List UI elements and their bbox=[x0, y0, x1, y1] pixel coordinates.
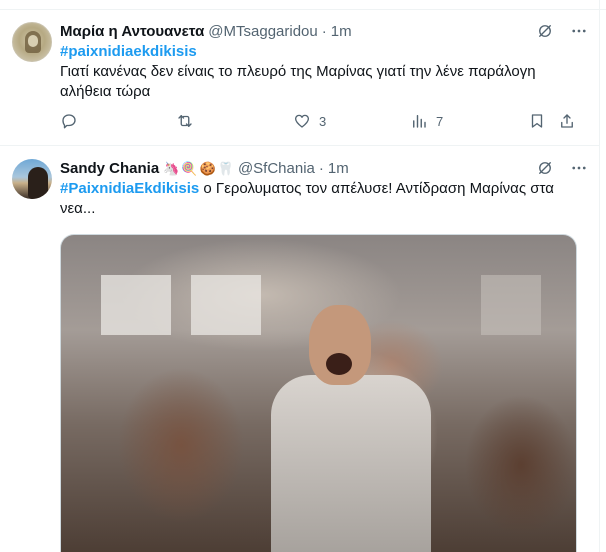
like-icon bbox=[294, 114, 310, 128]
tweet-header-icons bbox=[536, 22, 588, 40]
tweet-hashtag-line: #paixnidiaekdikisis bbox=[60, 42, 588, 62]
tooth-emoji: 🦷 bbox=[217, 161, 234, 176]
media-background-window bbox=[191, 275, 261, 335]
tweet-content: Sandy Chania 🦄 🍭 🍪 🦷 @SfChania · 1m #Pai… bbox=[60, 159, 588, 219]
more-icon[interactable] bbox=[570, 22, 588, 40]
tweet-content: Μαρία η Αντουανετα @MTsaggaridou · 1m #p… bbox=[60, 22, 588, 102]
separator-dot: · bbox=[318, 160, 324, 177]
more-icon[interactable] bbox=[570, 159, 588, 177]
cookie-emoji: 🍪 bbox=[199, 161, 216, 176]
media-background-window bbox=[101, 275, 171, 335]
avatar[interactable] bbox=[12, 22, 52, 62]
bookmark-button[interactable] bbox=[528, 112, 546, 130]
share-button[interactable] bbox=[558, 112, 576, 130]
avatar-figure bbox=[28, 167, 48, 199]
reply-button[interactable] bbox=[60, 112, 78, 130]
media-background-window bbox=[481, 275, 541, 335]
lollipop-emoji: 🍭 bbox=[181, 161, 198, 176]
grok-icon[interactable] bbox=[536, 22, 554, 40]
tweet-media-gif[interactable] bbox=[60, 234, 577, 552]
share-icon bbox=[561, 114, 573, 128]
tweet-header: Μαρία η Αντουανετα @MTsaggaridou · 1m bbox=[60, 22, 588, 42]
separator-dot: · bbox=[321, 23, 327, 40]
views-count: 7 bbox=[436, 113, 444, 129]
media-person-shirt bbox=[271, 375, 431, 552]
tweet-text: #PaixnidiaEkdikisis ο Γερολυματος τον απ… bbox=[60, 179, 580, 219]
timeline-top-divider bbox=[0, 0, 606, 10]
avatar-emblem-inner bbox=[28, 35, 38, 47]
bookmark-icon bbox=[531, 114, 543, 128]
tweet-1[interactable]: Μαρία η Αντουανετα @MTsaggaridou · 1m #p… bbox=[0, 10, 600, 146]
name-emojis: 🦄 🍭 🍪 🦷 bbox=[163, 159, 234, 179]
tweet-2[interactable]: Sandy Chania 🦄 🍭 🍪 🦷 @SfChania · 1m #Pai… bbox=[0, 147, 600, 552]
like-count: 3 bbox=[319, 113, 327, 129]
grok-icon[interactable] bbox=[536, 159, 554, 177]
author-handle[interactable]: @SfChania bbox=[238, 159, 315, 179]
hashtag-link[interactable]: #PaixnidiaEkdikisis bbox=[60, 180, 199, 197]
avatar[interactable] bbox=[12, 159, 52, 199]
retweet-button[interactable] bbox=[176, 112, 194, 130]
views-button[interactable]: 7 bbox=[410, 112, 443, 130]
views-icon bbox=[413, 115, 426, 128]
hashtag-link[interactable]: #paixnidiaekdikisis bbox=[60, 43, 197, 60]
timestamp[interactable]: 1m bbox=[331, 22, 352, 42]
author-handle[interactable]: @MTsaggaridou bbox=[208, 22, 317, 42]
retweet-icon bbox=[178, 115, 192, 127]
tweet-header-icons bbox=[536, 159, 588, 177]
tweet-header: Sandy Chania 🦄 🍭 🍪 🦷 @SfChania · 1m bbox=[60, 159, 588, 179]
author-name[interactable]: Μαρία η Αντουανετα bbox=[60, 22, 204, 42]
timestamp[interactable]: 1m bbox=[328, 159, 349, 179]
author-name[interactable]: Sandy Chania bbox=[60, 159, 159, 179]
media-person-mouth bbox=[326, 353, 352, 375]
like-button[interactable]: 3 bbox=[293, 112, 326, 130]
tweet-text: Γιατί κανένας δεν είναις το πλευρό της Μ… bbox=[60, 63, 536, 100]
reply-icon bbox=[62, 114, 76, 129]
unicorn-emoji: 🦄 bbox=[163, 161, 180, 176]
tweet-actions: 3 7 bbox=[60, 112, 588, 132]
